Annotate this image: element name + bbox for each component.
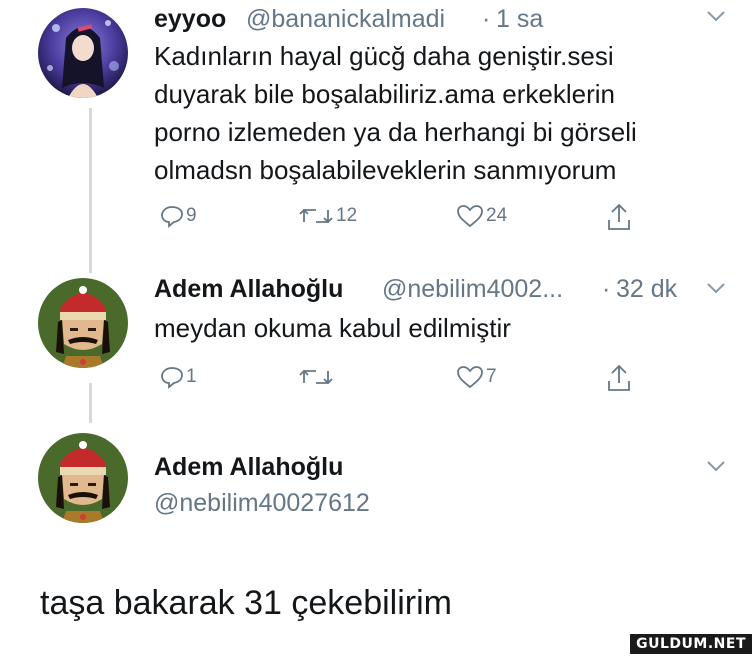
chevron-down-icon[interactable] [706, 10, 726, 22]
thread-line [89, 383, 92, 423]
avatar[interactable] [38, 8, 128, 98]
user-handle[interactable]: @nebilim40027612 [154, 488, 370, 518]
retweet-count: 12 [336, 205, 358, 226]
reply-count: 9 [186, 205, 197, 226]
like-count: 24 [486, 205, 508, 226]
separator-dot: · [482, 5, 491, 33]
avatar-image [38, 433, 128, 523]
like-button[interactable]: 24 [456, 204, 507, 228]
tweet-text: taşa bakarak 31 çekebilirim [40, 584, 452, 622]
like-button[interactable]: 7 [456, 365, 497, 389]
avatar-image [38, 278, 128, 368]
tweet-text-line: porno izlemeden ya da herhangi bi görsel… [154, 117, 637, 147]
retweet-button[interactable] [298, 365, 336, 389]
reply-icon [161, 367, 183, 389]
retweet-button[interactable]: 12 [298, 204, 357, 228]
avatar[interactable] [38, 433, 128, 523]
reply-count: 1 [186, 366, 197, 387]
reply-icon [161, 206, 183, 228]
avatar-image [38, 8, 128, 98]
user-handle[interactable]: @nebilim4002... [382, 274, 563, 304]
retweet-icon [299, 369, 333, 385]
watermark: GULDUM.NET [630, 634, 752, 654]
display-name[interactable]: Adem Allahoğlu [154, 452, 343, 482]
chevron-down-icon[interactable] [706, 282, 726, 294]
chevron-down-icon[interactable] [706, 460, 726, 472]
share-icon[interactable] [606, 363, 632, 393]
like-count: 7 [486, 366, 497, 387]
display-name[interactable]: Adem Allahoğlu [154, 274, 343, 304]
reply-button[interactable]: 9 [160, 204, 197, 228]
like-icon [457, 366, 483, 389]
like-icon [457, 205, 483, 228]
tweet-text-line: Kadınların hayal gücğ daha geniştir.sesi [154, 41, 614, 71]
reply-button[interactable]: 1 [160, 365, 197, 389]
tweet-text-line: duyarak bile boşalabiliriz.ama erkekleri… [154, 79, 615, 109]
thread-line [89, 108, 92, 273]
timestamp[interactable]: 32 dk [616, 274, 677, 304]
share-icon[interactable] [606, 202, 632, 232]
tweet-text: meydan okuma kabul edilmiştir [154, 313, 511, 343]
retweet-icon [299, 208, 333, 224]
timestamp[interactable]: 1 sa [496, 4, 543, 34]
separator-dot: · [602, 275, 611, 303]
avatar[interactable] [38, 278, 128, 368]
display-name[interactable]: eyyoo [154, 4, 226, 34]
user-handle[interactable]: @bananickalmadi [246, 4, 445, 34]
tweet-text-line: olmadsn boşalabileveklerin sanmıyorum [154, 155, 617, 185]
